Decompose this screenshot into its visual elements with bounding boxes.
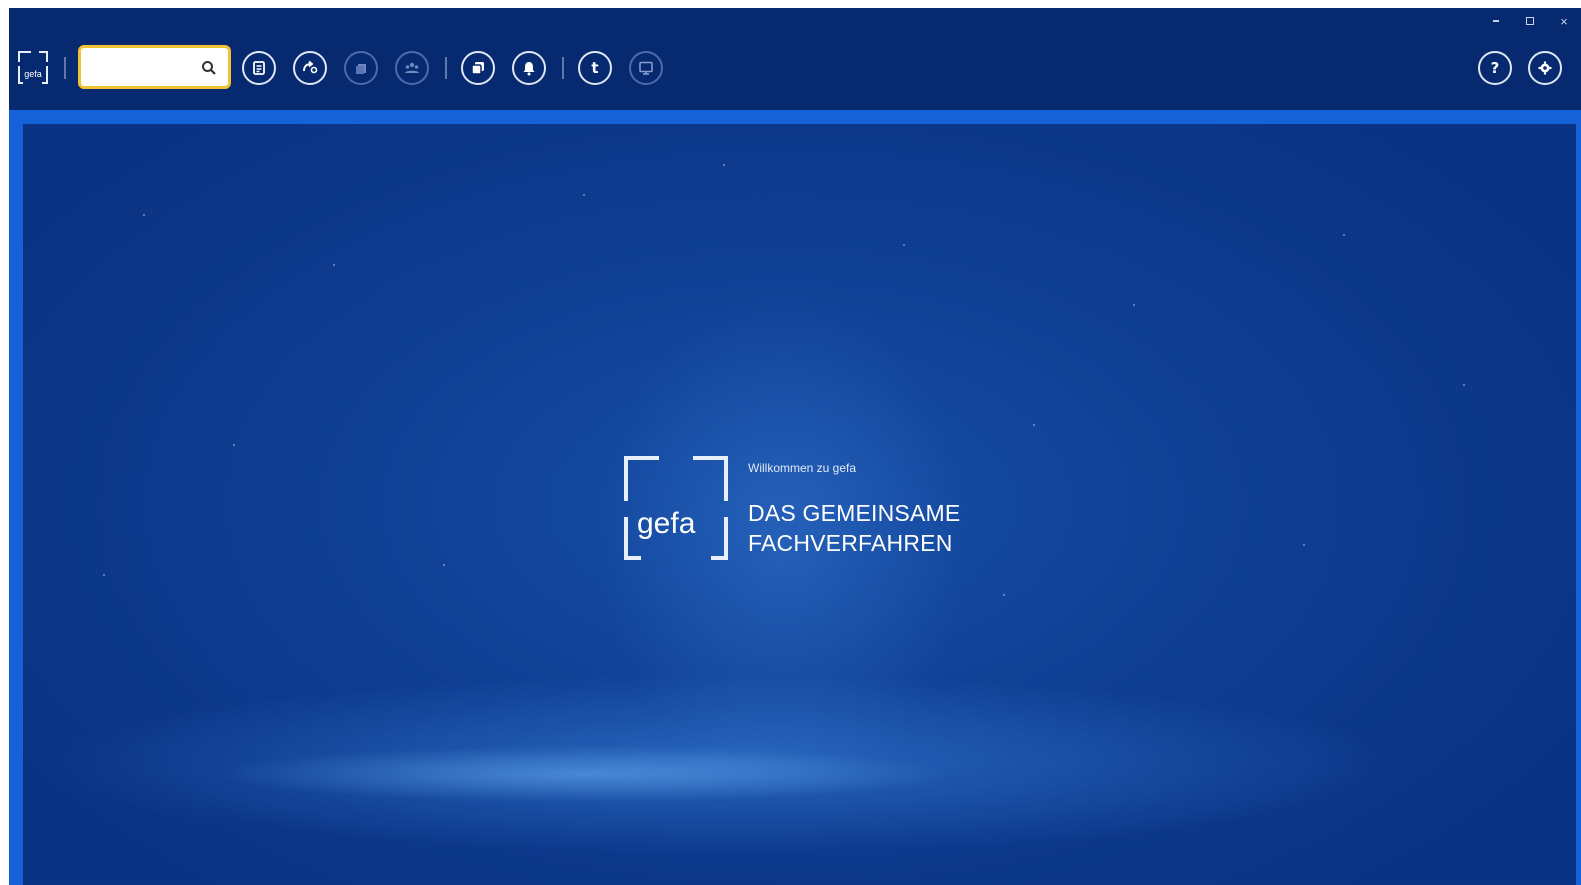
minimize-button[interactable] xyxy=(1479,10,1513,32)
welcome-screen: gefa Willkommen zu gefa DAS GEMEINSAME F… xyxy=(23,124,1576,885)
search-field[interactable] xyxy=(78,45,231,89)
bell-icon xyxy=(523,62,535,76)
background-star xyxy=(1133,304,1135,306)
group-button[interactable] xyxy=(395,51,429,85)
app-logo-text: gefa xyxy=(24,69,42,79)
documents-button[interactable] xyxy=(242,51,276,85)
window-controls: × xyxy=(1479,10,1581,32)
monitor-icon xyxy=(639,61,653,75)
background-star xyxy=(1343,234,1345,236)
background-star xyxy=(233,444,235,446)
content-frame-top xyxy=(9,110,1581,124)
stack-icon xyxy=(356,64,366,74)
tasks-icon: t xyxy=(591,59,599,77)
document-icon xyxy=(253,61,265,75)
settings-icon xyxy=(1538,61,1552,75)
tagline-line-1: DAS GEMEINSAME xyxy=(748,500,961,526)
background-star xyxy=(443,564,445,566)
transfer-button[interactable] xyxy=(293,51,327,85)
background-star xyxy=(583,194,585,196)
help-button[interactable]: ? xyxy=(1478,51,1512,85)
app-window: × gefa t ? gefa Willkommen zu gefa DAS G… xyxy=(9,8,1581,885)
search-icon[interactable] xyxy=(201,60,217,76)
group-icon xyxy=(405,62,419,73)
background-star xyxy=(903,244,905,246)
stack-button[interactable] xyxy=(344,51,378,85)
background-star xyxy=(1303,544,1305,546)
background-star xyxy=(143,214,145,216)
app-logo[interactable]: gefa xyxy=(16,48,50,86)
background-star xyxy=(1003,594,1005,596)
content-frame-right xyxy=(1576,110,1581,885)
toolbar-separator xyxy=(64,57,66,79)
monitor-button[interactable] xyxy=(629,51,663,85)
notifications-button[interactable] xyxy=(512,51,546,85)
background-star xyxy=(103,574,105,576)
background-star xyxy=(333,264,335,266)
search-input[interactable] xyxy=(87,54,192,80)
tagline: DAS GEMEINSAME FACHVERFAHREN xyxy=(748,498,960,558)
logo-word: gefa xyxy=(637,507,696,540)
tagline-line-2: FACHVERFAHREN xyxy=(748,530,953,556)
maximize-button[interactable] xyxy=(1513,10,1547,32)
background-star xyxy=(1463,384,1465,386)
toolbar-separator xyxy=(445,57,447,79)
settings-button[interactable] xyxy=(1528,51,1562,85)
background-star xyxy=(1033,424,1035,426)
transfer-icon xyxy=(303,60,318,74)
windows-button[interactable] xyxy=(461,51,495,85)
help-icon: ? xyxy=(1490,59,1500,77)
background-star xyxy=(723,164,725,166)
content-frame-left xyxy=(9,110,23,885)
welcome-text: Willkommen zu gefa xyxy=(748,461,857,475)
tasks-button[interactable]: t xyxy=(578,51,612,85)
copy-icon xyxy=(471,62,484,75)
gefa-logo: gefa xyxy=(623,455,729,561)
close-button[interactable]: × xyxy=(1547,10,1581,32)
toolbar: × gefa t ? xyxy=(9,8,1581,110)
toolbar-separator xyxy=(562,57,564,79)
